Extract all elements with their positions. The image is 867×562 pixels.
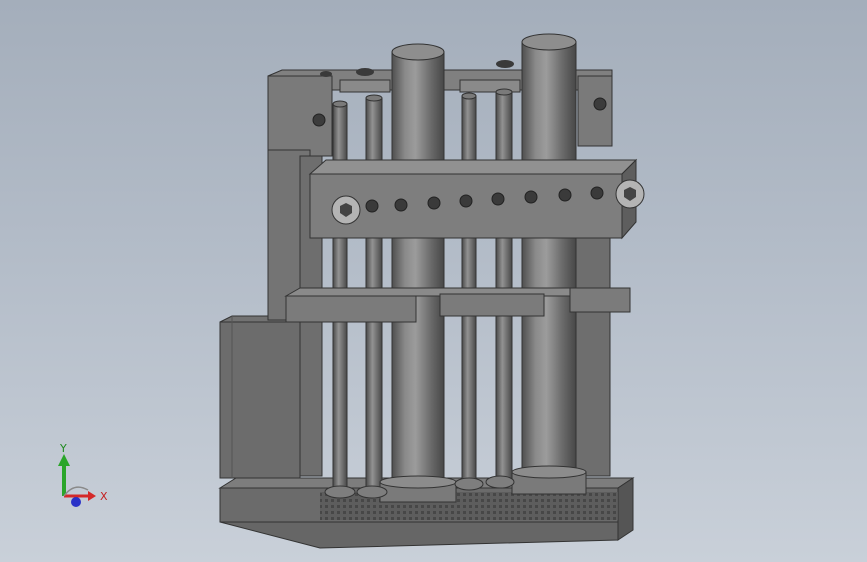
cap-screw-left[interactable] — [331, 195, 361, 225]
threaded-hole-right — [593, 97, 607, 111]
x-axis-label: X — [100, 490, 108, 503]
z-axis-arrow-icon — [71, 497, 81, 507]
guide-rod-4[interactable] — [495, 88, 513, 483]
main-cylinder-right[interactable] — [521, 33, 577, 483]
clamp-hole-7 — [558, 188, 572, 202]
clamp-hole-3 — [427, 196, 441, 210]
clamp-hole-6 — [524, 190, 538, 204]
threaded-hole-left — [312, 113, 326, 127]
cylinder-collar-right — [511, 465, 587, 495]
coordinate-triad: Y X — [58, 442, 108, 507]
top-clamp-bar[interactable] — [308, 158, 638, 240]
clamp-hole-5 — [491, 192, 505, 206]
y-axis-label: Y — [59, 442, 67, 455]
clamp-hole-2 — [394, 198, 408, 212]
guide-rod-3[interactable] — [461, 92, 477, 481]
cap-screw-right[interactable] — [615, 179, 645, 209]
main-cylinder-left[interactable] — [391, 43, 445, 485]
cylinder-collar-left — [379, 475, 457, 503]
top-hole-1 — [320, 71, 332, 77]
graphics-viewport[interactable]: Y X — [0, 0, 867, 562]
clamp-hole-8 — [590, 186, 604, 200]
lower-housing[interactable] — [219, 315, 301, 479]
top-hole-2 — [356, 68, 374, 76]
3d-model-view[interactable] — [0, 0, 867, 562]
clamp-hole-1 — [365, 199, 379, 213]
clamp-hole-4 — [459, 194, 473, 208]
top-hole-3 — [496, 60, 514, 68]
